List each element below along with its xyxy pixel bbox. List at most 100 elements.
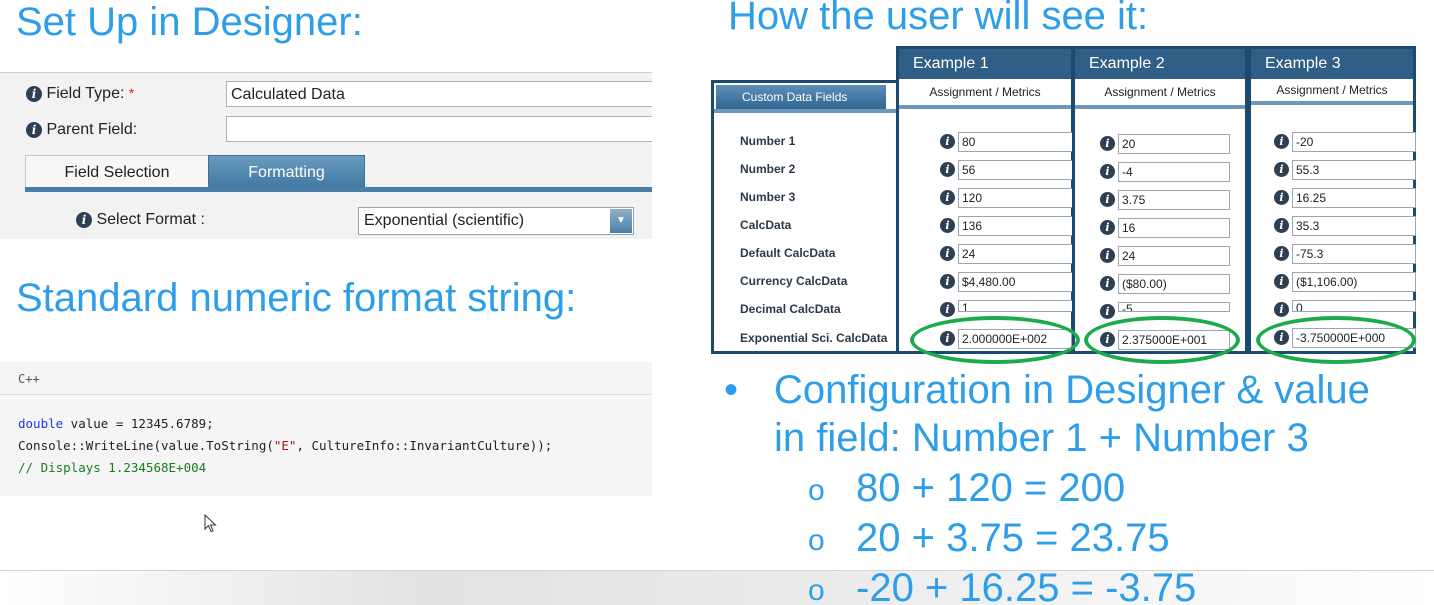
info-icon[interactable]: i (940, 134, 955, 149)
code-string: "E" (273, 438, 297, 453)
info-icon[interactable]: i (1100, 304, 1115, 319)
code-text: value = 12345.6789; (63, 416, 214, 431)
info-icon[interactable]: i (1100, 192, 1115, 207)
highlight-ellipse (910, 316, 1080, 364)
bullet-main-line-1: Configuration in Designer & value (774, 368, 1370, 412)
sub-bullet-3: -20 + 16.25 = -3.75 (856, 566, 1197, 604)
heading-format-string: Standard numeric format string: (16, 276, 577, 320)
row-label: Default CalcData (740, 246, 836, 260)
info-icon[interactable]: i (1274, 134, 1289, 149)
value-field[interactable]: 24 (1118, 246, 1230, 266)
code-block: C++ double value = 12345.6789; Console::… (0, 362, 652, 496)
field-type-input[interactable]: Calculated Data (226, 81, 652, 107)
info-icon[interactable]: i (1100, 220, 1115, 235)
value-field[interactable]: 3.75 (1118, 190, 1230, 210)
code-text: , CultureInfo::InvariantCulture)); (296, 438, 553, 453)
info-icon[interactable]: i (26, 86, 42, 102)
example-title: Example 3 (1251, 49, 1413, 79)
select-format-dropdown[interactable]: Exponential (scientific) ▼ (358, 207, 634, 235)
row-label: CalcData (740, 218, 792, 232)
example-panel-1: Example 1 Assignment / Metrics i 80 i 56… (896, 46, 1074, 354)
info-icon[interactable]: i (76, 212, 92, 228)
parent-field-label: Parent Field: (46, 121, 138, 138)
highlight-ellipse (1084, 316, 1240, 364)
designer-panel: i Field Type: * Calculated Data i Parent… (0, 72, 652, 239)
tab-assignment-metrics[interactable]: Assignment / Metrics (1075, 79, 1245, 109)
code-line-3: // Displays 1.234568E+004 (18, 460, 207, 475)
value-field[interactable]: -20 (1292, 132, 1416, 152)
tab-field-selection[interactable]: Field Selection (25, 155, 209, 189)
tab-assignment-metrics[interactable]: Assignment / Metrics (1251, 79, 1413, 105)
value-field[interactable]: -5 (1118, 302, 1230, 312)
bullet-main-line-2: in field: Number 1 + Number 3 (774, 416, 1309, 460)
info-icon[interactable]: i (26, 122, 42, 138)
example-title: Example 2 (1075, 49, 1245, 79)
heading-user-view: How the user will see it: (728, 0, 1149, 38)
highlight-ellipse (1256, 316, 1416, 364)
value-field[interactable]: $4,480.00 (958, 272, 1074, 292)
parent-field-input[interactable] (226, 116, 652, 142)
value-field[interactable]: 55.3 (1292, 160, 1416, 180)
info-icon[interactable]: i (940, 274, 955, 289)
info-icon[interactable]: i (940, 218, 955, 233)
code-line-1: double value = 12345.6789; (18, 416, 214, 431)
code-text: Console::WriteLine(value.ToString( (18, 438, 274, 453)
info-icon[interactable]: i (940, 190, 955, 205)
value-field[interactable]: ($1,106.00) (1292, 272, 1416, 292)
sub-bullet-marker: o (808, 524, 825, 557)
info-icon[interactable]: i (1274, 162, 1289, 177)
code-keyword: double (18, 416, 64, 431)
info-icon[interactable]: i (940, 302, 955, 317)
info-icon[interactable]: i (1274, 190, 1289, 205)
row-label: Decimal CalcData (740, 302, 841, 316)
value-field[interactable]: 1 (958, 300, 1074, 312)
info-icon[interactable]: i (1274, 274, 1289, 289)
info-icon[interactable]: i (1100, 248, 1115, 263)
chevron-down-icon[interactable]: ▼ (610, 209, 632, 233)
value-field[interactable]: -4 (1118, 162, 1230, 182)
field-type-label: Field Type: (46, 85, 125, 102)
sub-bullet-2: 20 + 3.75 = 23.75 (856, 516, 1170, 560)
info-icon[interactable]: i (1100, 276, 1115, 291)
info-icon[interactable]: i (1274, 218, 1289, 233)
value-field[interactable]: ($80.00) (1118, 274, 1230, 294)
row-label: Number 1 (740, 134, 796, 148)
value-field[interactable]: 16 (1118, 218, 1230, 238)
value-field[interactable]: 0 (1292, 300, 1416, 312)
sub-bullet-marker: o (808, 574, 825, 604)
row-label: Number 3 (740, 190, 796, 204)
tab-custom-data-fields[interactable]: Custom Data Fields (716, 85, 886, 109)
value-field[interactable]: 20 (1118, 134, 1230, 154)
value-field[interactable]: 16.25 (1292, 188, 1416, 208)
value-field[interactable]: -75.3 (1292, 244, 1416, 264)
footer-bar (0, 570, 1434, 605)
heading-setup: Set Up in Designer: (16, 0, 363, 44)
example-panel-2: Example 2 Assignment / Metrics i 20 i -4… (1072, 46, 1248, 354)
value-field[interactable]: 56 (958, 160, 1074, 180)
info-icon[interactable]: i (940, 162, 955, 177)
sub-bullet-1: 80 + 120 = 200 (856, 466, 1126, 510)
row-label: Exponential Sci. CalcData (740, 331, 888, 345)
parent-field-row: i Parent Field: (26, 121, 137, 139)
value-field[interactable]: 35.3 (1292, 216, 1416, 236)
tab-underline (25, 187, 652, 192)
value-field[interactable]: 24 (958, 244, 1074, 264)
code-language: C++ (18, 372, 40, 386)
tab-formatting[interactable]: Formatting (208, 155, 365, 190)
info-icon[interactable]: i (1274, 246, 1289, 261)
tab-assignment-metrics[interactable]: Assignment / Metrics (899, 79, 1071, 109)
select-format-label: Select Format : (96, 211, 205, 228)
info-icon[interactable]: i (1100, 164, 1115, 179)
value-field[interactable]: 136 (958, 216, 1074, 236)
code-divider (0, 394, 652, 395)
info-icon[interactable]: i (1274, 302, 1289, 317)
example-title: Example 1 (899, 49, 1071, 79)
row-label: Number 2 (740, 162, 796, 176)
info-icon[interactable]: i (1100, 136, 1115, 151)
row-label: Currency CalcData (740, 274, 848, 288)
bullet-marker: • (724, 368, 739, 412)
mouse-cursor-icon (204, 514, 217, 533)
value-field[interactable]: 80 (958, 132, 1074, 152)
info-icon[interactable]: i (940, 246, 955, 261)
value-field[interactable]: 120 (958, 188, 1074, 208)
